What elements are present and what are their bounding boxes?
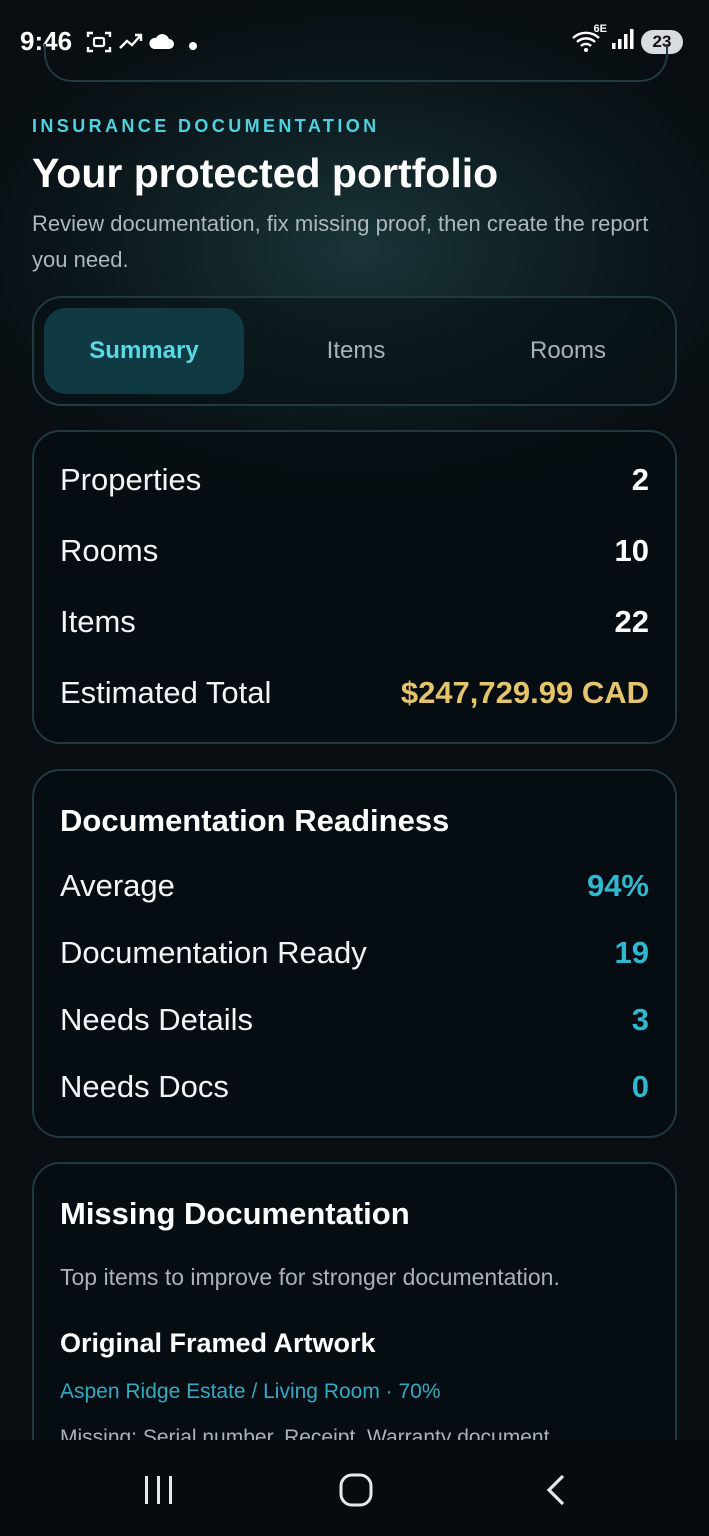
tab-items[interactable]: Items [256,308,456,394]
summary-row-properties: Properties 2 [60,462,649,498]
estimated-total-value: $247,729.99 CAD [400,675,649,710]
row-value: 10 [614,533,649,568]
summary-row-rooms: Rooms 10 [60,533,649,569]
row-label: Documentation Ready [60,935,367,970]
row-value: 94% [586,868,649,903]
recent-apps-icon[interactable] [128,1460,188,1520]
missing-item-name[interactable]: Original Framed Artwork [60,1328,376,1359]
section-label: INSURANCE DOCUMENTATION [32,116,380,136]
system-nav-bar [0,1440,709,1536]
network-type: 6E [593,22,607,35]
row-value: 22 [614,604,649,639]
page-title: Your protected portfolio [32,150,499,196]
missing-docs-description: Top items to improve for stronger docume… [60,1264,560,1290]
back-icon[interactable] [526,1460,586,1520]
tab-bar: Summary Items Rooms [32,296,677,406]
summary-row-items: Items 22 [60,604,649,640]
readiness-row-average: Average 94% [60,868,649,904]
page-subtitle: Review documentation, fix missing proof,… [32,211,649,272]
summary-card: Properties 2 Rooms 10 Items 22 Estimated… [32,430,677,744]
readiness-card: Documentation Readiness Average 94% Docu… [32,769,677,1138]
row-label: Rooms [60,533,159,568]
row-value: 3 [631,1002,649,1037]
previous-card-edge [44,44,668,82]
row-value: 2 [631,462,649,497]
missing-docs-title: Missing Documentation [60,1196,410,1231]
missing-item-location: Aspen Ridge Estate / Living Room · 70% [60,1380,441,1403]
row-label: Average [60,868,175,903]
row-value: 0 [631,1069,649,1104]
row-label: Estimated Total [60,675,272,710]
readiness-row-ready: Documentation Ready 19 [60,935,649,971]
row-label: Items [60,604,136,639]
readiness-row-needs-docs: Needs Docs 0 [60,1069,649,1105]
tab-summary[interactable]: Summary [44,308,244,394]
row-label: Properties [60,462,202,497]
readiness-row-needs-details: Needs Details 3 [60,1002,649,1038]
row-value: 19 [614,935,649,970]
home-icon[interactable] [326,1460,386,1520]
row-label: Needs Details [60,1002,253,1037]
row-label: Needs Docs [60,1069,229,1104]
readiness-title: Documentation Readiness [60,803,450,838]
summary-row-estimated-total: Estimated Total $247,729.99 CAD [60,675,649,711]
tab-rooms[interactable]: Rooms [468,308,668,394]
